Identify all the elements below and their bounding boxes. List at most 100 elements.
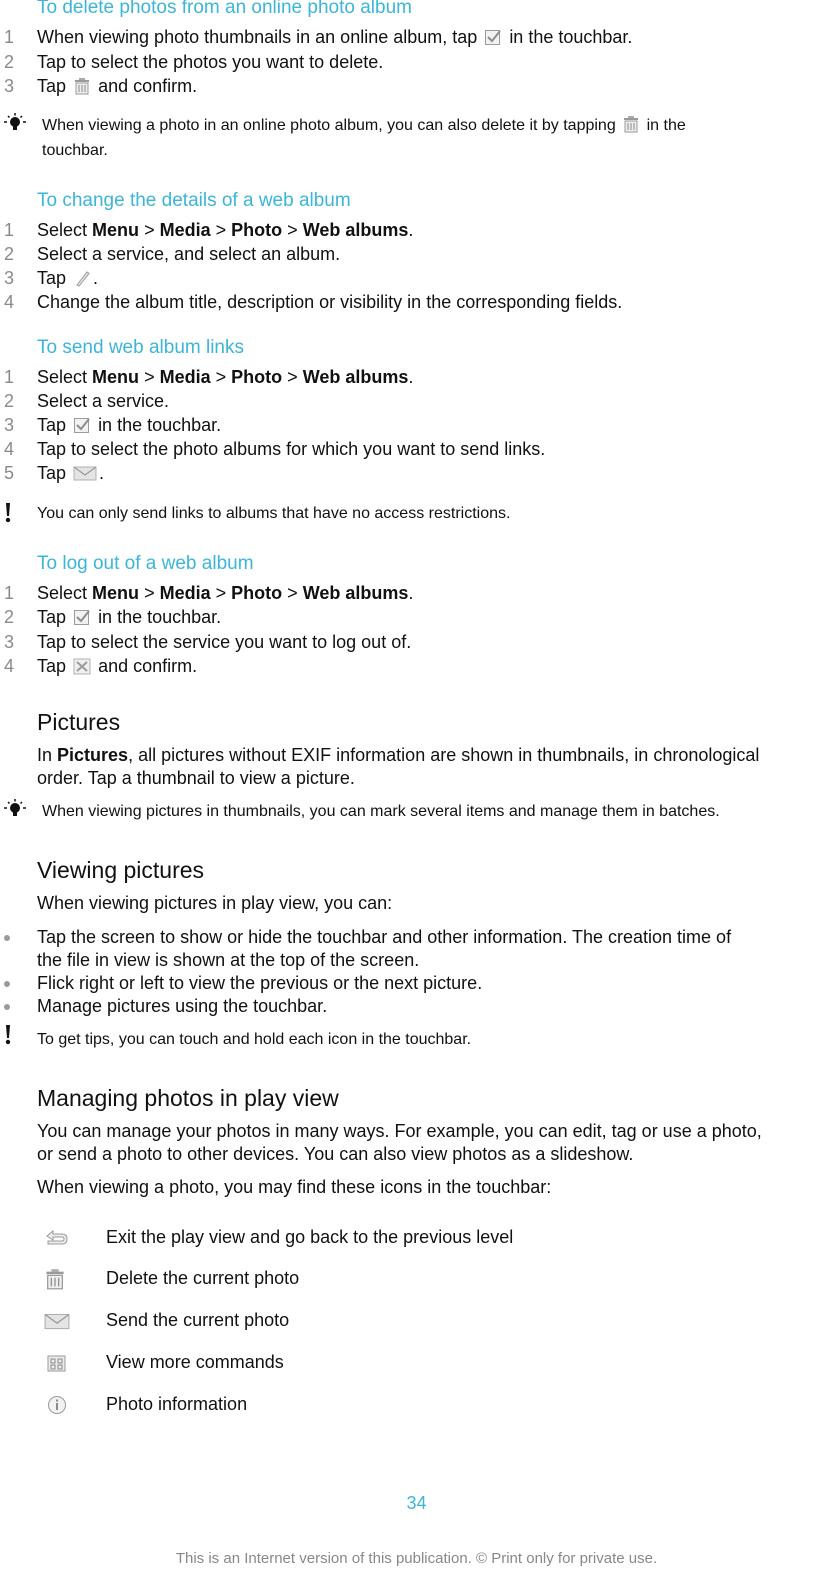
heading-change-details: To change the details of a web album	[37, 190, 351, 211]
step-number: 4	[4, 292, 15, 312]
paragraph-text: order. Tap a thumbnail to view a picture…	[37, 768, 355, 788]
bullet-dot	[4, 981, 10, 987]
warning-exclamation-icon	[0, 502, 16, 524]
step-number: 3	[4, 632, 15, 652]
tip-lightbulb-icon	[0, 113, 30, 135]
step-text: in the touchbar.	[509, 27, 633, 47]
paragraph-text: In	[37, 745, 53, 765]
trash-icon	[44, 1268, 66, 1290]
page-number: 34	[406, 1493, 427, 1513]
tip-lightbulb-icon	[0, 799, 30, 821]
envelope-icon	[44, 1310, 70, 1332]
list-item: Flick right or left to view the previous…	[37, 973, 483, 993]
step-number: 1	[4, 583, 15, 603]
step-text: Select a service, and select an album.	[37, 244, 341, 264]
step-number: 5	[4, 463, 15, 483]
bullet-dot	[4, 935, 10, 941]
menu-path-item: Photo	[231, 583, 283, 603]
separator: >	[144, 367, 155, 387]
step-text: in the touchbar.	[98, 607, 222, 627]
heading-send-links: To send web album links	[37, 337, 244, 358]
separator: >	[287, 583, 298, 603]
step-number: 1	[4, 27, 15, 47]
footer-notice: This is an Internet version of this publ…	[175, 1550, 658, 1567]
menu-path-item: Media	[159, 367, 211, 387]
step-text: Tap to select the photos you want to del…	[37, 52, 384, 72]
step-number: 3	[4, 76, 15, 96]
step-text: Tap	[37, 656, 67, 676]
menu-path-item: Menu	[92, 367, 140, 387]
heading-log-out: To log out of a web album	[37, 553, 254, 574]
step-text: .	[408, 220, 414, 240]
checkbox-icon	[73, 416, 91, 434]
paragraph-text: You can manage your photos in many ways.…	[37, 1121, 762, 1141]
edit-pencil-icon	[73, 269, 91, 287]
warning-exclamation-icon	[0, 1024, 16, 1046]
step-number: 4	[4, 656, 15, 676]
step-number: 2	[4, 607, 15, 627]
steps-delete-online: 1 When viewing photo thumbnails in an on…	[0, 26, 833, 96]
step-text: .	[408, 583, 414, 603]
step-number: 1	[4, 220, 15, 240]
info-icon	[44, 1394, 70, 1416]
step-text: Tap	[37, 607, 67, 627]
step-text: When viewing photo thumbnails in an onli…	[37, 27, 478, 47]
paragraph-text: When viewing a photo, you may find these…	[37, 1177, 552, 1197]
heading-managing-photos: Managing photos in play view	[37, 1085, 339, 1111]
step-text: Select	[37, 220, 88, 240]
trash-icon	[622, 115, 640, 133]
touchbar-icon-table: Exit the play view and go back to the pr…	[0, 1224, 833, 1424]
steps-change-details: 1 Select Menu > Media > Photo > Web albu…	[0, 219, 833, 315]
separator: >	[287, 367, 298, 387]
step-number: 2	[4, 244, 15, 264]
icon-description: Delete the current photo	[106, 1268, 300, 1288]
menu-path-item: Media	[159, 220, 211, 240]
menu-path-item: Menu	[92, 583, 140, 603]
separator: >	[215, 583, 227, 603]
menu-path-item: Media	[159, 583, 211, 603]
step-text: .	[99, 463, 105, 483]
list-item: Tap the screen to show or hide the touch…	[37, 927, 732, 947]
list-item: the file in view is shown at the top of …	[37, 950, 420, 970]
tip-note: When viewing a photo in an online photo …	[42, 115, 686, 137]
tip-note: When viewing pictures in thumbnails, you…	[42, 803, 720, 820]
paragraph-text: or send a photo to other devices. You ca…	[37, 1144, 634, 1164]
step-number: 2	[4, 391, 15, 411]
checkbox-icon	[73, 608, 91, 626]
separator: >	[144, 583, 155, 603]
tip-text: When viewing a photo in an online photo …	[42, 117, 616, 134]
menu-path-item: Photo	[231, 220, 283, 240]
warning-note: You can only send links to albums that h…	[37, 505, 511, 522]
menu-path-item: Web albums	[302, 583, 409, 603]
menu-path-item: Web albums	[302, 367, 409, 387]
step-text: Tap	[37, 76, 67, 96]
checkbox-icon	[484, 28, 502, 46]
step-text: Select	[37, 583, 88, 603]
app-name: Pictures	[57, 745, 129, 765]
step-text: Select	[37, 367, 88, 387]
bullet-dot	[4, 1004, 10, 1010]
step-number: 1	[4, 367, 15, 387]
paragraph-text: When viewing pictures in play view, you …	[37, 893, 393, 913]
step-text: Tap to select the photo albums for which…	[37, 439, 546, 459]
bullet-list: Tap the screen to show or hide the touch…	[0, 926, 833, 1021]
pictures-paragraph: In Pictures, all pictures without EXIF i…	[37, 744, 759, 767]
step-text: and confirm.	[98, 76, 198, 96]
warning-note: To get tips, you can touch and hold each…	[37, 1031, 472, 1048]
steps-log-out: 1 Select Menu > Media > Photo > Web albu…	[0, 582, 833, 678]
step-number: 2	[4, 52, 15, 72]
step-text: Tap to select the service you want to lo…	[37, 632, 412, 652]
menu-path-item: Web albums	[302, 220, 409, 240]
step-number: 4	[4, 439, 15, 459]
icon-description: Photo information	[106, 1394, 248, 1414]
envelope-icon	[73, 464, 97, 482]
heading-pictures: Pictures	[37, 709, 121, 735]
icon-description: Exit the play view and go back to the pr…	[106, 1227, 514, 1247]
menu-path-item: Menu	[92, 220, 140, 240]
step-number: 3	[4, 415, 15, 435]
icon-description: View more commands	[106, 1352, 284, 1372]
step-text: .	[93, 268, 99, 288]
menu-path-item: Photo	[231, 367, 283, 387]
tip-text: touchbar.	[42, 142, 108, 159]
separator: >	[287, 220, 298, 240]
